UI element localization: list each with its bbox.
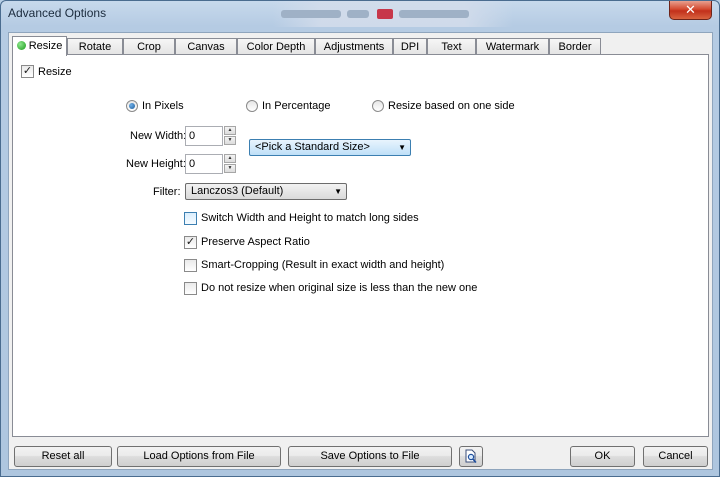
switch-width-height-checkbox[interactable] [184, 212, 197, 225]
tab-label: Watermark [485, 41, 540, 53]
magnifier-page-icon [465, 449, 477, 464]
tab-rotate[interactable]: Rotate [67, 38, 123, 55]
radio-in-pixels[interactable] [126, 100, 138, 112]
preview-button[interactable] [459, 446, 483, 467]
resize-panel: ✓ Resize In Pixels In Percentage Resize … [12, 54, 709, 437]
cancel-button[interactable]: Cancel [643, 446, 708, 467]
tab-color-depth[interactable]: Color Depth [237, 38, 315, 55]
tab-resize[interactable]: Resize [12, 36, 67, 56]
new-height-input[interactable]: 0 [185, 154, 223, 174]
new-height-label: New Height: [126, 158, 186, 170]
tab-text[interactable]: Text [427, 38, 476, 55]
tab-watermark[interactable]: Watermark [476, 38, 549, 55]
tab-label: Rotate [78, 41, 112, 53]
title-bar: Advanced Options ✕ [1, 1, 719, 27]
active-dot-icon [16, 41, 26, 50]
smart-cropping-checkbox[interactable] [184, 259, 197, 272]
load-options-button[interactable]: Load Options from File [117, 446, 281, 467]
tab-label: Canvas [187, 41, 225, 53]
switch-width-height-label: Switch Width and Height to match long si… [201, 212, 419, 224]
height-down-icon[interactable]: ▼ [224, 164, 236, 173]
reset-all-button[interactable]: Reset all [14, 446, 112, 467]
check-mark-icon: ✓ [22, 65, 33, 77]
radio-selected-dot [129, 103, 135, 109]
radio-in-percentage[interactable] [246, 100, 258, 112]
window-title: Advanced Options [8, 6, 107, 20]
tab-border[interactable]: Border [549, 38, 601, 55]
tab-canvas[interactable]: Canvas [175, 38, 237, 55]
tab-label: DPI [400, 41, 420, 53]
radio-in-pixels-label: In Pixels [142, 100, 184, 112]
radio-one-side[interactable] [372, 100, 384, 112]
new-width-input[interactable]: 0 [185, 126, 223, 146]
tab-dpi[interactable]: DPI [393, 38, 427, 55]
tab-label: Border [558, 41, 592, 53]
dialog-client: Resize Rotate Crop Canvas Color Depth Ad… [8, 32, 713, 470]
standard-size-value: <Pick a Standard Size> [255, 141, 370, 153]
button-bar: Reset all Load Options from File Save Op… [9, 441, 712, 469]
chevron-down-icon: ▼ [398, 143, 406, 152]
tab-crop[interactable]: Crop [123, 38, 175, 55]
tab-adjustments[interactable]: Adjustments [315, 38, 393, 55]
tab-label: Text [441, 41, 462, 53]
check-mark-icon: ✓ [185, 236, 196, 248]
new-width-label: New Width: [130, 130, 187, 142]
filter-label: Filter: [153, 186, 181, 198]
preserve-aspect-ratio-label: Preserve Aspect Ratio [201, 236, 310, 248]
filter-value: Lanczos3 (Default) [191, 185, 284, 197]
do-not-resize-label: Do not resize when original size is less… [201, 282, 478, 294]
do-not-resize-checkbox[interactable] [184, 282, 197, 295]
chevron-down-icon: ▼ [334, 187, 342, 196]
save-options-button[interactable]: Save Options to File [288, 446, 452, 467]
tab-label: Adjustments [323, 41, 385, 53]
radio-one-side-label: Resize based on one side [388, 100, 515, 112]
tab-label: Crop [137, 41, 161, 53]
ok-button[interactable]: OK [570, 446, 635, 467]
resize-checkbox[interactable]: ✓ [21, 65, 34, 78]
smart-cropping-label: Smart-Cropping (Result in exact width an… [201, 259, 445, 271]
width-up-icon[interactable]: ▲ [224, 126, 236, 135]
standard-size-select[interactable]: <Pick a Standard Size> ▼ [249, 139, 411, 156]
blurred-background-region [273, 1, 513, 27]
close-button[interactable]: ✕ [669, 1, 712, 20]
filter-select[interactable]: Lanczos3 (Default) ▼ [185, 183, 347, 200]
height-up-icon[interactable]: ▲ [224, 154, 236, 163]
preserve-aspect-ratio-checkbox[interactable]: ✓ [184, 236, 197, 249]
tab-label: Resize [28, 40, 63, 52]
resize-checkbox-label: Resize [38, 66, 72, 78]
tab-label: Color Depth [246, 41, 306, 53]
radio-in-percentage-label: In Percentage [262, 100, 331, 112]
width-down-icon[interactable]: ▼ [224, 136, 236, 145]
advanced-options-window: Advanced Options ✕ Resize Rotate Crop Ca… [0, 0, 720, 477]
